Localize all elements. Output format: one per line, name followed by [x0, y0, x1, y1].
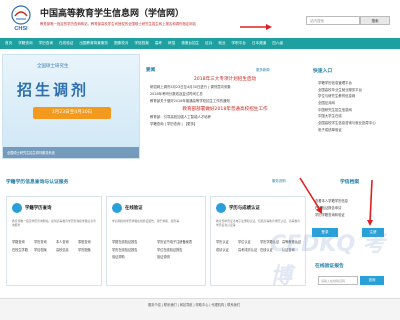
quick-entry-item[interactable]: 全国高校毕业生就业服务平台: [318, 87, 376, 94]
watermark: CEDKQ 考博: [270, 232, 385, 289]
card-link[interactable]: 验证说明: [157, 254, 202, 262]
card-link[interactable]: 高校信息: [56, 247, 78, 255]
nav-item[interactable]: 学职平台: [229, 41, 249, 46]
news-list: 2018年三大专项计划招生启动 研招网上调剂3月23日至4月30日进行 | 调剂…: [150, 76, 300, 128]
archive-list: 查看本人学籍学历信息 在线验证报告申请 学历学籍查询和验证: [315, 198, 348, 219]
archive-item[interactable]: 在线验证报告申请: [315, 205, 348, 212]
card-title: 学籍学历查询: [25, 206, 52, 211]
card-xueji: 学籍学历查询 教育部唯一指定学历查询网站，提供高等教育学历查询和学籍信息查询服务…: [6, 196, 102, 286]
certificate-icon: [216, 203, 226, 213]
news-item[interactable]: 2018年考研分数线及复试时间汇总: [150, 91, 300, 98]
news-item[interactable]: 教育部关于做好2018年普通高等学校招生工作的通知: [150, 98, 300, 105]
site-title: 中国高等教育学生信息网（学信网）: [40, 9, 185, 19]
news-heading: 要闻: [146, 68, 156, 73]
archive-heading: 学信档案: [340, 180, 360, 185]
card-link[interactable]: 本人查询: [56, 239, 78, 247]
news-headline[interactable]: 教育部部署做好2018年普通高校招生工作: [150, 106, 300, 114]
card-link[interactable]: 学位在线验证报告: [157, 247, 202, 255]
card-link[interactable]: 学信档案: [34, 247, 56, 255]
nav-item[interactable]: 港澳台招生: [178, 41, 202, 46]
nav-item[interactable]: 学历查询: [36, 41, 56, 46]
nav-item[interactable]: 学籍查询: [15, 41, 35, 46]
card-links: 学籍查询 学历查询 本人查询 零散查询在校生学籍 学信档案 高校信息 学历图像: [12, 239, 102, 254]
nav-item[interactable]: 征兵: [202, 41, 215, 46]
nav-item[interactable]: 就业: [215, 41, 228, 46]
quick-entry-item[interactable]: 全国高校学生信息咨询与就业指导中心: [318, 120, 376, 127]
quick-entry-item[interactable]: 学籍学历信息管理平台: [318, 80, 376, 87]
news-more-link[interactable]: 更多新闻: [256, 67, 270, 72]
nav-item[interactable]: 图像校对: [111, 41, 131, 46]
banner-caption: 全国硕士研究生: [37, 64, 69, 69]
promo-banner[interactable]: 全国硕士研究生 招生调剂 3月23日至4月30日 全国硕士研究生招生调剂服务系统: [2, 54, 140, 159]
news-headline[interactable]: 2018年三大专项计划招生启动: [150, 76, 300, 84]
card-link[interactable]: 学历证书电子注册备案表: [157, 239, 202, 247]
chsi-logo[interactable]: CHSI: [4, 4, 38, 32]
main-nav: 首页 学籍查询 学历查询 在线验证 出国教育背景服务 图像校对 学信档案 高考 …: [0, 38, 400, 49]
card-link[interactable]: 学位认证: [238, 239, 260, 247]
card-link[interactable]: 成绩认证: [216, 247, 238, 255]
card-title: 学历与成绩认证: [229, 206, 260, 211]
banner-date: 3月23日至4月30日: [33, 107, 111, 119]
news-item[interactable]: 教育部：引导高校加强人工智能人才培养: [150, 114, 300, 121]
card-title: 在线验证: [125, 206, 143, 211]
nav-item[interactable]: 首页: [2, 41, 15, 46]
news-item[interactable]: 研招网上调剂3月23日至4月30日进行 | 调剂意向采集: [150, 84, 300, 91]
card-link[interactable]: 学历查询: [34, 239, 56, 247]
nav-item[interactable]: 四六级: [269, 41, 286, 46]
card-link[interactable]: 学籍在线验证报告: [112, 239, 157, 247]
search-input[interactable]: 站内搜索: [306, 16, 360, 25]
card-link[interactable]: 零散查询: [78, 239, 100, 247]
section-more-link[interactable]: 服务说明: [272, 178, 286, 183]
verify-icon: [112, 203, 122, 213]
nav-item[interactable]: 研招: [165, 41, 178, 46]
archive-item[interactable]: 学历学籍查询和验证: [315, 212, 348, 219]
search-icon: [12, 203, 22, 213]
quick-entry-item[interactable]: 中国研究生招生信息网: [318, 107, 376, 114]
search-button[interactable]: 搜索: [360, 16, 390, 25]
banner-footer: 全国硕士研究生招生调剂服务系统: [3, 147, 139, 158]
card-link[interactable]: 学历在线验证报告: [112, 247, 157, 255]
news-item[interactable]: 学籍查询 | 学历查询 | 【更多】: [150, 121, 300, 128]
quick-entry-item[interactable]: 中国大学生在线: [318, 113, 376, 120]
nav-item[interactable]: 日本频道: [249, 41, 269, 46]
banner-title: 招生调剂: [17, 81, 90, 99]
card-link[interactable]: 验证帮助: [112, 254, 157, 262]
footer-links[interactable]: 服务介绍 | 联系我们 | 网站导航 | 帮助中心 | 代理机构 | 联系我们: [148, 302, 240, 307]
card-link[interactable]: 在校生学籍: [12, 247, 34, 255]
quick-entry-heading: 快速入口: [313, 69, 333, 74]
archive-item[interactable]: 查看本人学籍学历信息: [315, 198, 348, 205]
card-link[interactable]: 学籍查询: [12, 239, 34, 247]
nav-item[interactable]: 出国教育背景服务: [76, 41, 111, 46]
quick-entry-item[interactable]: 学位与研究生教育信息网: [318, 93, 376, 100]
card-verify: 在线验证 学信网提供学历学籍在线验证报告，用于求职、报考等 学籍在线验证报告 学历…: [106, 196, 206, 286]
quick-entry-item[interactable]: 电子成绩单验证: [318, 127, 376, 134]
logo-text: CHSI: [14, 26, 28, 32]
card-links: 学籍在线验证报告 学历证书电子注册备案表学历在线验证报告 学位在线验证报告验证帮助验…: [112, 239, 206, 262]
quick-entry-item[interactable]: 全国征兵网: [318, 100, 376, 107]
nav-item[interactable]: 在线验证: [56, 41, 76, 46]
nav-item[interactable]: 学信档案: [131, 41, 151, 46]
section-heading: 学籍学历信息查询与认证服务: [6, 180, 69, 185]
card-desc: 教育部唯一指定学历查询网站，提供高等教育学历查询和学籍信息查询服务: [12, 219, 96, 227]
quick-entry-list: 学籍学历信息管理平台 全国高校毕业生就业服务平台 学位与研究生教育信息网 全国征…: [318, 80, 376, 134]
card-link[interactable]: 学历图像: [78, 247, 100, 255]
card-link[interactable]: 学历认证: [216, 239, 238, 247]
card-link[interactable]: 高考成绩认证: [238, 247, 260, 255]
card-desc: 学信网提供学历学籍在线验证报告，用于求职、报考等: [112, 219, 180, 223]
nav-item[interactable]: 高考: [152, 41, 165, 46]
